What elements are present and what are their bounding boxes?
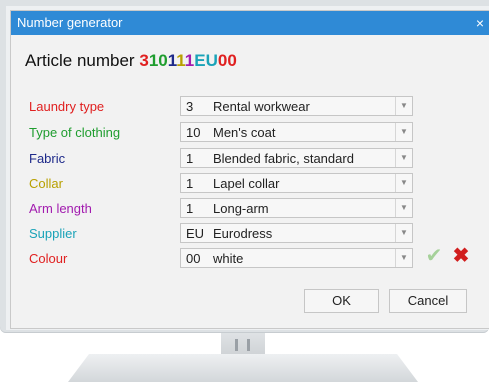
chevron-down-icon[interactable]: ▼ [395,224,412,242]
article-number-value: 310111EU00 [139,51,236,70]
laundry-type-select[interactable]: 3 Rental workwear ▼ [180,96,413,116]
select-code: 00 [186,251,201,266]
article-segment-laundry-type: 3 [139,51,149,70]
type-of-clothing-select[interactable]: 10 Men's coat ▼ [180,122,413,142]
field-row-collar: Collar 1 Lapel collar ▼ [11,173,489,195]
article-segment-collar: 1 [176,51,185,70]
field-label-type-of-clothing: Type of clothing [29,125,121,140]
chevron-down-icon[interactable]: ▼ [395,199,412,217]
colour-select[interactable]: 00 white ▼ [180,248,413,268]
field-label-supplier: Supplier [29,226,77,241]
select-code: EU [186,226,205,241]
article-segment-colour: 00 [217,51,237,70]
field-row-type-of-clothing: Type of clothing 10 Men's coat ▼ [11,122,489,144]
article-segment-supplier: EU [194,51,218,70]
article-segment-arm-length: 1 [184,51,195,70]
chevron-down-icon[interactable]: ▼ [395,249,412,267]
select-value: Long-arm [213,201,269,216]
cancel-button[interactable]: Cancel [389,289,467,313]
field-row-laundry-type: Laundry type 3 Rental workwear ▼ [11,96,489,118]
collar-select[interactable]: 1 Lapel collar ▼ [180,173,413,193]
supplier-select[interactable]: EU Eurodress ▼ [180,223,413,243]
stand-slot [247,339,250,351]
monitor: Number generator × Article number 310111… [0,0,489,333]
field-label-arm-length: Arm length [29,201,92,216]
fabric-select[interactable]: 1 Blended fabric, standard ▼ [180,148,413,168]
field-row-colour: Colour 00 white ▼ ✔ ✖ [11,246,489,270]
field-row-supplier: Supplier EU Eurodress ▼ [11,223,489,245]
field-label-colour: Colour [29,251,68,266]
article-number: Article number 310111EU00 [25,51,237,71]
checkmark-icon[interactable]: ✔ [424,246,444,266]
chevron-down-icon[interactable]: ▼ [395,97,412,115]
field-label-fabric: Fabric [29,151,66,166]
field-label-laundry-type: Laundry type [29,99,105,114]
select-value: Lapel collar [213,176,280,191]
monitor-stand-base [68,354,418,382]
select-code: 1 [186,151,194,166]
article-number-label: Article number [25,51,135,70]
cross-icon[interactable]: ✖ [451,246,471,266]
chevron-down-icon[interactable]: ▼ [395,149,412,167]
field-row-arm-length: Arm length 1 Long-arm ▼ [11,198,489,220]
select-code: 3 [186,99,194,114]
field-label-collar: Collar [29,176,63,191]
title-bar: Number generator × [11,11,489,35]
article-segment-fabric: 1 [167,51,177,70]
chevron-down-icon[interactable]: ▼ [395,174,412,192]
close-button[interactable]: × [472,11,488,35]
select-value: Blended fabric, standard [213,151,354,166]
select-code: 10 [186,125,201,140]
select-code: 1 [186,176,194,191]
window-title: Number generator [17,15,123,30]
select-value: Rental workwear [213,99,310,114]
monitor-stand-neck [221,333,265,355]
select-value: white [213,251,244,266]
chevron-down-icon[interactable]: ▼ [395,123,412,141]
arm-length-select[interactable]: 1 Long-arm ▼ [180,198,413,218]
field-row-fabric: Fabric 1 Blended fabric, standard ▼ [11,148,489,170]
select-value: Eurodress [213,226,273,241]
select-code: 1 [186,201,194,216]
dialog-window: Number generator × Article number 310111… [10,10,489,329]
article-segment-type-of-clothing: 10 [148,51,168,70]
stand-slot [235,339,238,351]
select-value: Men's coat [213,125,276,140]
ok-button[interactable]: OK [304,289,379,313]
